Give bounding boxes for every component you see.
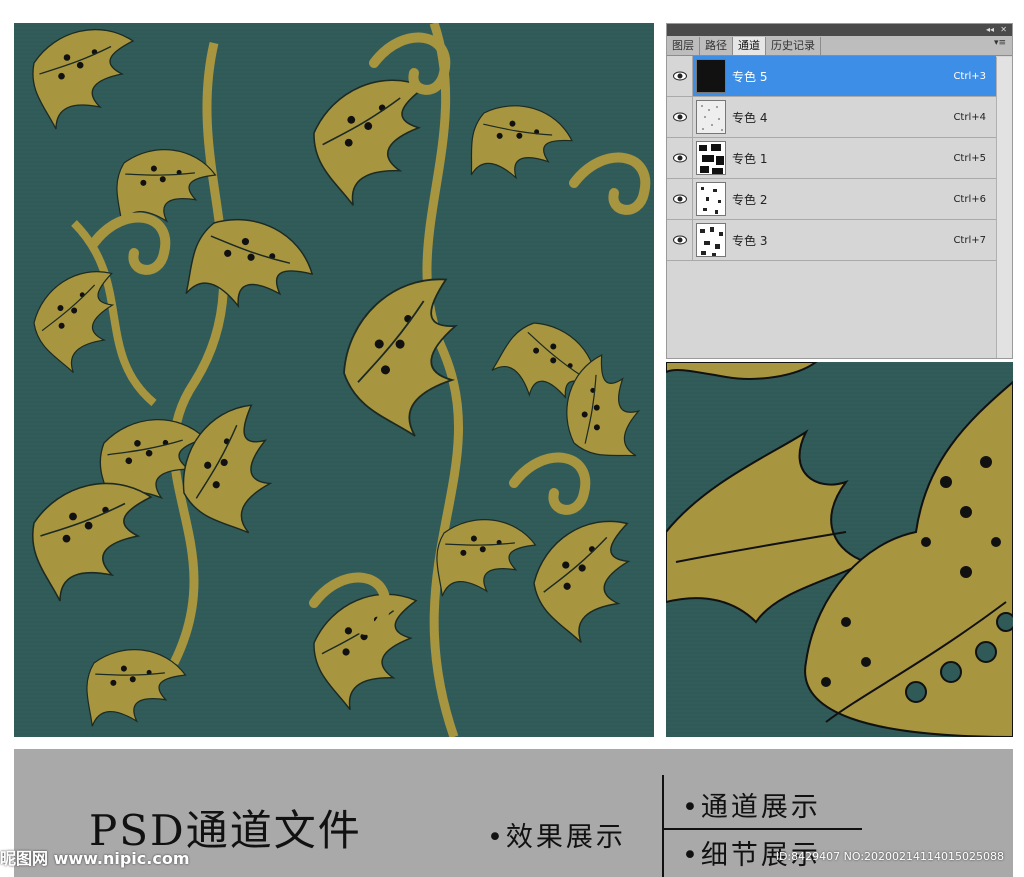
panel-title-bar: ◂◂ ✕ bbox=[667, 24, 1012, 36]
eye-icon[interactable] bbox=[667, 97, 693, 137]
channel-row[interactable]: 专色 4 Ctrl+4 bbox=[667, 97, 996, 138]
pattern-preview-image bbox=[14, 23, 654, 737]
watermark-left: 昵图网 www.nipic.com bbox=[0, 849, 190, 868]
channel-row[interactable]: 专色 3 Ctrl+7 bbox=[667, 220, 996, 261]
panel-menu-icon[interactable]: ▾≡ bbox=[994, 38, 1006, 48]
channel-name: 专色 3 bbox=[732, 233, 768, 248]
tab-history[interactable]: 历史记录 bbox=[766, 37, 821, 55]
channels-panel: ◂◂ ✕ 图层 路径 通道 历史记录 ▾≡ 专色 5 Ctrl+3 专色 4 C… bbox=[666, 23, 1013, 359]
divider-horizontal bbox=[662, 828, 862, 830]
pattern-detail-image bbox=[666, 362, 1013, 737]
divider-vertical bbox=[662, 775, 664, 877]
eye-icon[interactable] bbox=[667, 179, 693, 219]
channel-thumbnail bbox=[696, 223, 726, 257]
channel-shortcut: Ctrl+6 bbox=[953, 193, 986, 205]
eye-icon[interactable] bbox=[667, 56, 693, 96]
channel-name: 专色 2 bbox=[732, 192, 768, 207]
banner-item-effect: •效果展示 bbox=[487, 822, 626, 853]
channel-shortcut: Ctrl+4 bbox=[953, 111, 986, 123]
channel-shortcut: Ctrl+5 bbox=[953, 152, 986, 164]
channel-shortcut: Ctrl+7 bbox=[953, 234, 986, 246]
channel-thumbnail bbox=[696, 100, 726, 134]
channel-thumbnail bbox=[696, 141, 726, 175]
channel-row[interactable]: 专色 5 Ctrl+3 bbox=[667, 56, 996, 97]
close-icon[interactable]: ✕ bbox=[1000, 24, 1007, 36]
channel-list: 专色 5 Ctrl+3 专色 4 Ctrl+4 专色 1 Ctrl+5 专色 2… bbox=[667, 56, 1012, 261]
panel-scrollbar[interactable] bbox=[996, 57, 1012, 358]
banner-item-channels: •通道展示 bbox=[682, 792, 821, 823]
channel-shortcut: Ctrl+3 bbox=[953, 70, 986, 82]
collapse-icon[interactable]: ◂◂ bbox=[986, 24, 994, 36]
tab-channels[interactable]: 通道 bbox=[733, 37, 766, 55]
channel-name: 专色 5 bbox=[732, 69, 768, 84]
channel-name: 专色 4 bbox=[732, 110, 768, 125]
channel-row[interactable]: 专色 2 Ctrl+6 bbox=[667, 179, 996, 220]
channel-row[interactable]: 专色 1 Ctrl+5 bbox=[667, 138, 996, 179]
channel-name: 专色 1 bbox=[732, 151, 768, 166]
eye-icon[interactable] bbox=[667, 220, 693, 260]
eye-icon[interactable] bbox=[667, 138, 693, 178]
channel-thumbnail bbox=[696, 182, 726, 216]
panel-tabs: 图层 路径 通道 历史记录 ▾≡ bbox=[667, 36, 1012, 56]
tab-layers[interactable]: 图层 bbox=[667, 37, 700, 55]
tab-paths[interactable]: 路径 bbox=[700, 37, 733, 55]
watermark-right: ID:8429407 NO:20200214114015025088 bbox=[775, 850, 1004, 863]
channel-thumbnail bbox=[696, 59, 726, 93]
